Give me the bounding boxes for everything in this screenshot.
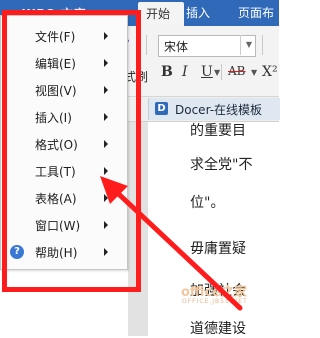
annotation-arrow-shaft (105, 181, 243, 311)
annotation-arrow (100, 176, 243, 311)
